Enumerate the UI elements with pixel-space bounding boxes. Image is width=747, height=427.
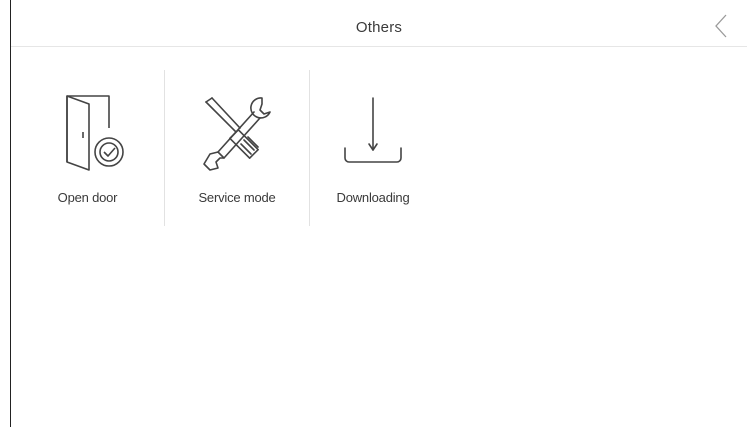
service-mode-tile[interactable]: Service mode — [165, 70, 309, 226]
tile-icon-wrap — [310, 90, 436, 180]
open-door-tile[interactable]: Open door — [11, 70, 164, 226]
service-mode-label: Service mode — [198, 190, 276, 205]
open-door-icon — [65, 95, 124, 171]
back-button[interactable] — [711, 13, 733, 39]
title-bar: Others — [11, 0, 747, 47]
tools-icon — [203, 97, 271, 171]
tile-icon-wrap — [11, 90, 164, 180]
chevron-left-icon — [715, 14, 727, 38]
page-title: Others — [355, 19, 403, 36]
downloading-tile[interactable]: Downloading — [310, 70, 436, 226]
downloading-label: Downloading — [336, 190, 410, 205]
download-icon — [344, 97, 402, 163]
open-door-label: Open door — [57, 190, 118, 205]
tile-icon-wrap — [165, 90, 309, 180]
